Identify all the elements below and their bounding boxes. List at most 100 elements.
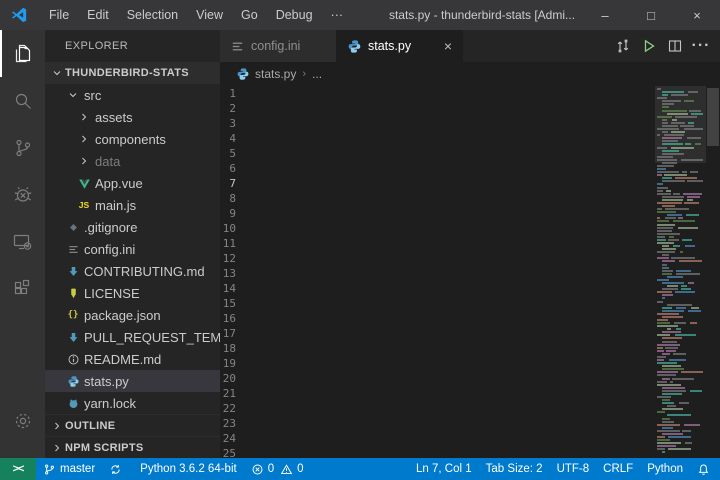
close-tab-icon[interactable]: × bbox=[436, 38, 452, 54]
cursor-position-status[interactable]: Ln 7, Col 1 bbox=[409, 458, 479, 480]
encoding-status[interactable]: UTF-8 bbox=[550, 458, 597, 480]
vscode-window: FileEditSelectionViewGoDebug··· stats.py… bbox=[0, 0, 720, 480]
menu-edit[interactable]: Edit bbox=[78, 0, 118, 30]
tree-item-readme-md[interactable]: README.md bbox=[45, 348, 220, 370]
config-file-icon bbox=[230, 39, 245, 54]
tree-root-label: THUNDERBIRD-STATS bbox=[65, 67, 189, 79]
tree-item-pull-request-temp-[interactable]: PULL_REQUEST_TEMP... bbox=[45, 326, 220, 348]
language-mode-status[interactable]: Python bbox=[640, 458, 690, 480]
outline-section[interactable]: OUTLINE bbox=[45, 414, 220, 436]
tree-item-label: yarn.lock bbox=[84, 396, 136, 411]
minimize-button[interactable]: – bbox=[582, 0, 628, 30]
line-number: 4 bbox=[220, 131, 236, 146]
python-interpreter-status[interactable]: Python 3.6.2 64-bit bbox=[133, 458, 244, 480]
config-file-icon bbox=[65, 241, 81, 257]
extensions-icon[interactable] bbox=[0, 265, 45, 312]
remote-indicator[interactable]: >< bbox=[0, 458, 36, 480]
tree-item-components[interactable]: components bbox=[45, 128, 220, 150]
tree-item-contributing-md[interactable]: CONTRIBUTING.md bbox=[45, 260, 220, 282]
breadcrumb[interactable]: stats.py › ... bbox=[220, 62, 720, 86]
breadcrumb-file[interactable]: stats.py bbox=[255, 67, 296, 81]
line-number: 24 bbox=[220, 431, 236, 446]
tree-root-thunderbird-stats[interactable]: THUNDERBIRD-STATS bbox=[45, 62, 220, 84]
line-number: 3 bbox=[220, 116, 236, 131]
tree-item-assets[interactable]: assets bbox=[45, 106, 220, 128]
menu-go[interactable]: Go bbox=[232, 0, 267, 30]
more-actions-icon[interactable]: ··· bbox=[688, 33, 714, 59]
scrollbar-thumb[interactable] bbox=[707, 88, 719, 146]
npm-scripts-section[interactable]: NPM SCRIPTS bbox=[45, 436, 220, 458]
close-button[interactable]: × bbox=[674, 0, 720, 30]
tree-item-app-vue[interactable]: App.vue bbox=[45, 172, 220, 194]
window-controls: – □ × bbox=[582, 0, 720, 30]
python-file-icon bbox=[236, 67, 250, 81]
notifications-bell-icon[interactable] bbox=[690, 458, 710, 480]
git-file-icon bbox=[65, 219, 81, 235]
vertical-scrollbar[interactable] bbox=[706, 86, 720, 458]
tree-item-license[interactable]: LICENSE bbox=[45, 282, 220, 304]
line-number: 8 bbox=[220, 191, 236, 206]
tree-item-main-js[interactable]: JSmain.js bbox=[45, 194, 220, 216]
tree-item-label: assets bbox=[95, 110, 133, 125]
explorer-header: EXPLORER bbox=[45, 30, 220, 62]
menu-debug[interactable]: Debug bbox=[267, 0, 322, 30]
tree-item--gitignore[interactable]: .gitignore bbox=[45, 216, 220, 238]
menu-[interactable]: ··· bbox=[322, 0, 353, 30]
tree-item-config-ini[interactable]: config.ini bbox=[45, 238, 220, 260]
split-editor-icon[interactable] bbox=[662, 33, 688, 59]
chevron-right-icon bbox=[49, 418, 65, 434]
tree-item-label: components bbox=[95, 132, 166, 147]
chevron-right-icon bbox=[76, 153, 92, 169]
editor-actions: ··· bbox=[610, 30, 714, 62]
tree-item-stats-py[interactable]: stats.py bbox=[45, 370, 220, 392]
chevron-right-icon bbox=[76, 109, 92, 125]
tree-item-label: src bbox=[84, 88, 101, 103]
source-control-icon[interactable] bbox=[0, 124, 45, 171]
chevron-down-icon bbox=[65, 87, 81, 103]
code-editor[interactable]: 1234567891011121314151617181920212223242… bbox=[220, 86, 720, 458]
tree-item-label: CONTRIBUTING.md bbox=[84, 264, 205, 279]
tab-stats-py[interactable]: stats.py × bbox=[337, 30, 463, 62]
search-icon[interactable] bbox=[0, 77, 45, 124]
tab-size-status[interactable]: Tab Size: 2 bbox=[479, 458, 550, 480]
chevron-right-icon bbox=[76, 131, 92, 147]
md-file-icon bbox=[65, 263, 81, 279]
python-file-icon bbox=[347, 39, 362, 54]
tab-config-ini[interactable]: config.ini bbox=[220, 30, 337, 62]
maximize-button[interactable]: □ bbox=[628, 0, 674, 30]
git-branch-status[interactable]: master bbox=[36, 458, 102, 480]
json-file-icon: {} bbox=[65, 307, 81, 323]
eol-status[interactable]: CRLF bbox=[596, 458, 640, 480]
line-number: 10 bbox=[220, 221, 236, 236]
minimap[interactable] bbox=[655, 86, 706, 458]
line-number: 17 bbox=[220, 326, 236, 341]
sync-icon[interactable] bbox=[102, 458, 133, 480]
tree-item-data[interactable]: data bbox=[45, 150, 220, 172]
chevron-down-icon bbox=[49, 65, 65, 81]
breadcrumb-more[interactable]: ... bbox=[312, 67, 322, 81]
remote-monitor-icon[interactable] bbox=[0, 218, 45, 265]
menu-view[interactable]: View bbox=[187, 0, 232, 30]
explorer-icon[interactable] bbox=[0, 30, 45, 77]
js-file-icon: JS bbox=[76, 197, 92, 213]
line-number: 12 bbox=[220, 251, 236, 266]
open-changes-icon[interactable] bbox=[610, 33, 636, 59]
tree-item-label: .gitignore bbox=[84, 220, 137, 235]
line-number: 20 bbox=[220, 371, 236, 386]
tree-item-label: LICENSE bbox=[84, 286, 140, 301]
settings-gear-icon[interactable] bbox=[0, 397, 45, 444]
tree-item-package-json[interactable]: {}package.json bbox=[45, 304, 220, 326]
line-number: 13 bbox=[220, 266, 236, 281]
tree-item-yarn-lock[interactable]: yarn.lock bbox=[45, 392, 220, 414]
debug-icon[interactable] bbox=[0, 171, 45, 218]
line-number: 9 bbox=[220, 206, 236, 221]
line-number: 2 bbox=[220, 101, 236, 116]
problems-status[interactable]: 0 0 bbox=[244, 458, 311, 480]
line-number: 16 bbox=[220, 311, 236, 326]
menu-file[interactable]: File bbox=[40, 0, 78, 30]
activity-bar bbox=[0, 30, 45, 458]
tree-item-src[interactable]: src bbox=[45, 84, 220, 106]
menu-selection[interactable]: Selection bbox=[118, 0, 187, 30]
chevron-right-icon bbox=[49, 440, 65, 456]
run-python-file-icon[interactable] bbox=[636, 33, 662, 59]
